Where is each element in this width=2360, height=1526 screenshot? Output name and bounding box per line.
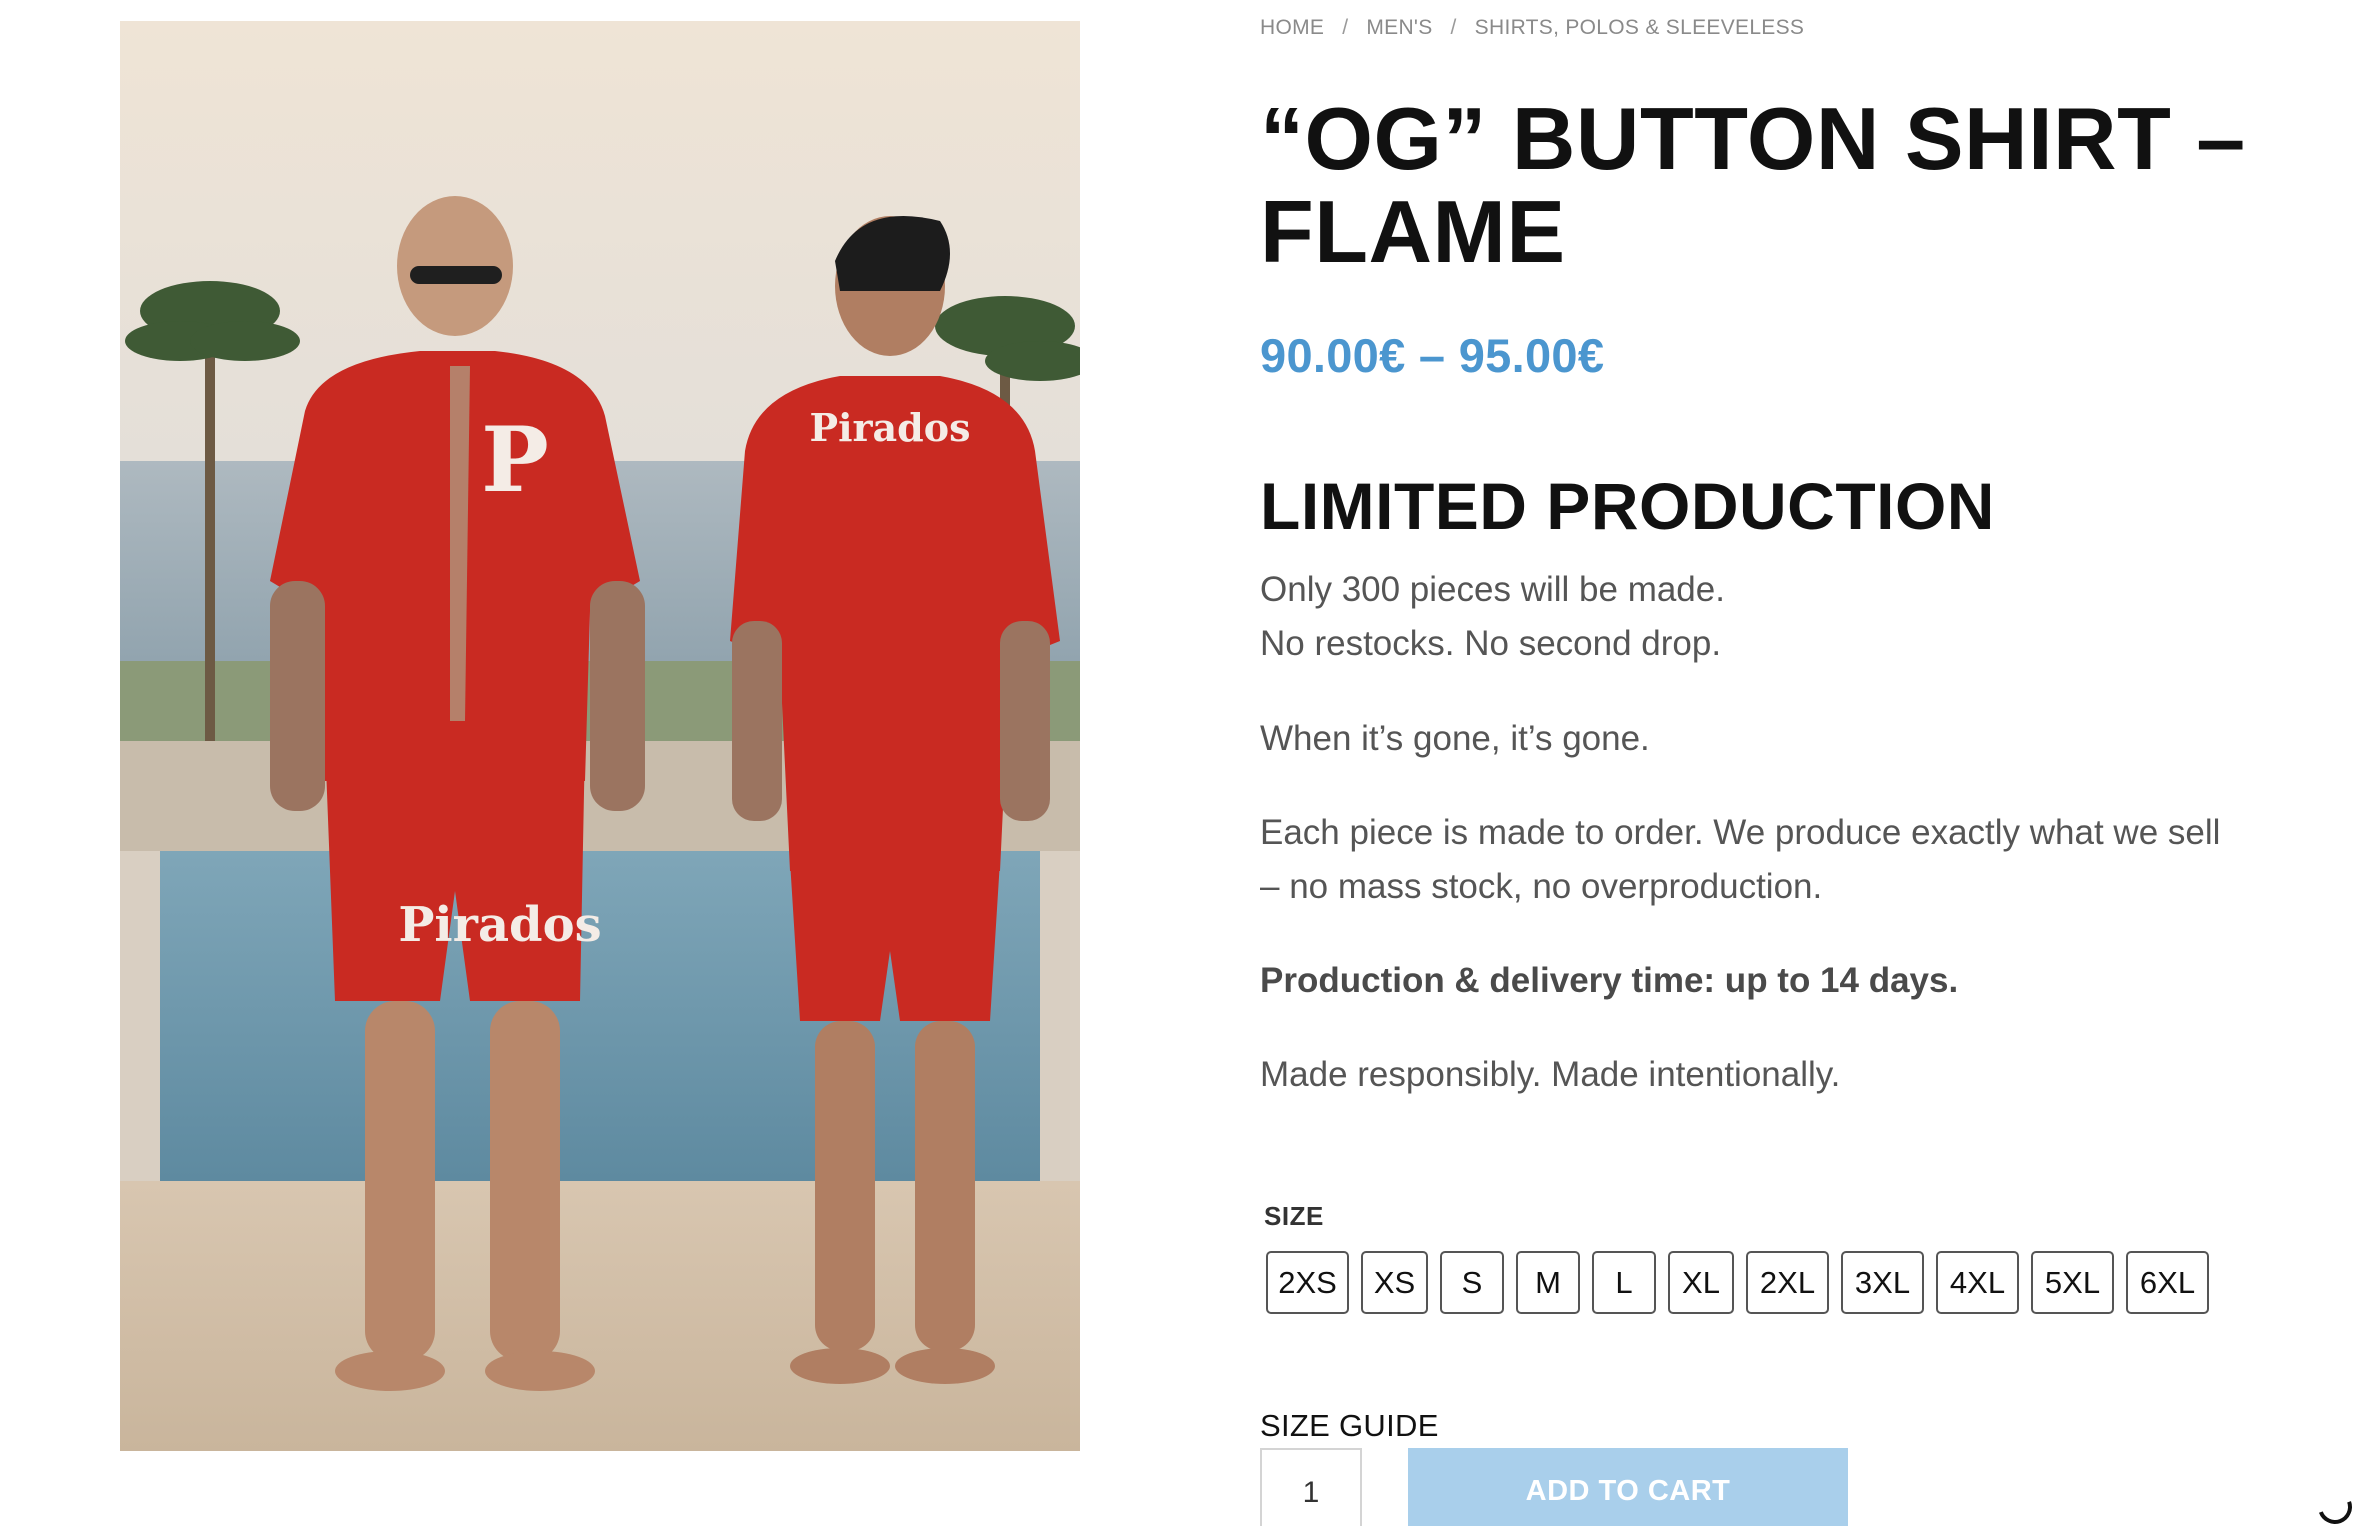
loading-spinner-icon	[2312, 1484, 2358, 1526]
size-guide-link[interactable]: SIZE GUIDE	[1260, 1408, 1439, 1444]
breadcrumb-category[interactable]: SHIRTS, POLOS & SLEEVELESS	[1475, 16, 1805, 39]
breadcrumb-separator: /	[1450, 16, 1457, 39]
description-line: Each piece is made to order. We produce …	[1260, 813, 2221, 852]
description-line: Only 300 pieces will be made.	[1260, 570, 1725, 609]
size-option-2xs[interactable]: 2XS	[1266, 1251, 1349, 1314]
product-page: Pirados P Pirados HOME / MEN'S / SHIRTS,…	[0, 0, 2360, 1526]
size-option-l[interactable]: L	[1592, 1251, 1656, 1314]
svg-text:Pirados: Pirados	[398, 897, 601, 953]
size-option-xs[interactable]: XS	[1361, 1251, 1428, 1314]
size-label: SIZE	[1264, 1201, 1324, 1231]
size-option-2xl[interactable]: 2XL	[1746, 1251, 1829, 1314]
description-paragraph-5: Made responsibly. Made intentionally.	[1260, 1055, 1841, 1094]
product-title: “OG” BUTTON SHIRT – FLAME	[1260, 92, 2260, 278]
svg-text:P: P	[481, 407, 549, 513]
description-line: No restocks. No second drop.	[1260, 624, 1722, 663]
breadcrumb: HOME / MEN'S / SHIRTS, POLOS & SLEEVELESS	[1260, 16, 1804, 40]
size-options: 2XS XS S M L XL 2XL 3XL 4XL 5XL 6XL	[1266, 1251, 2209, 1314]
svg-text:Pirados: Pirados	[810, 405, 971, 450]
size-option-m[interactable]: M	[1516, 1251, 1580, 1314]
add-to-cart-button[interactable]: ADD TO CART	[1408, 1448, 1848, 1526]
size-option-s[interactable]: S	[1440, 1251, 1504, 1314]
description-paragraph-3: Each piece is made to order. We produce …	[1260, 806, 2260, 914]
description-paragraph-2: When it’s gone, it’s gone.	[1260, 719, 1650, 758]
breadcrumb-mens[interactable]: MEN'S	[1366, 16, 1432, 39]
product-image[interactable]: Pirados P Pirados	[120, 21, 1080, 1451]
description-line: – no mass stock, no overproduction.	[1260, 867, 1823, 906]
size-option-6xl[interactable]: 6XL	[2126, 1251, 2209, 1314]
delivery-time-note: Production & delivery time: up to 14 day…	[1260, 961, 1959, 1000]
description-paragraph-1: Only 300 pieces will be made. No restock…	[1260, 563, 2260, 671]
size-option-3xl[interactable]: 3XL	[1841, 1251, 1924, 1314]
size-option-5xl[interactable]: 5XL	[2031, 1251, 2114, 1314]
breadcrumb-separator: /	[1342, 16, 1349, 39]
product-title-line-1: “OG” BUTTON SHIRT –	[1260, 89, 2246, 188]
product-title-line-2: FLAME	[1260, 182, 1566, 281]
limited-production-heading: LIMITED PRODUCTION	[1260, 469, 1995, 543]
quantity-input[interactable]: 1	[1260, 1448, 1362, 1526]
breadcrumb-home[interactable]: HOME	[1260, 16, 1324, 39]
size-option-xl[interactable]: XL	[1668, 1251, 1734, 1314]
size-option-4xl[interactable]: 4XL	[1936, 1251, 2019, 1314]
product-price: 90.00€ – 95.00€	[1260, 329, 1605, 382]
